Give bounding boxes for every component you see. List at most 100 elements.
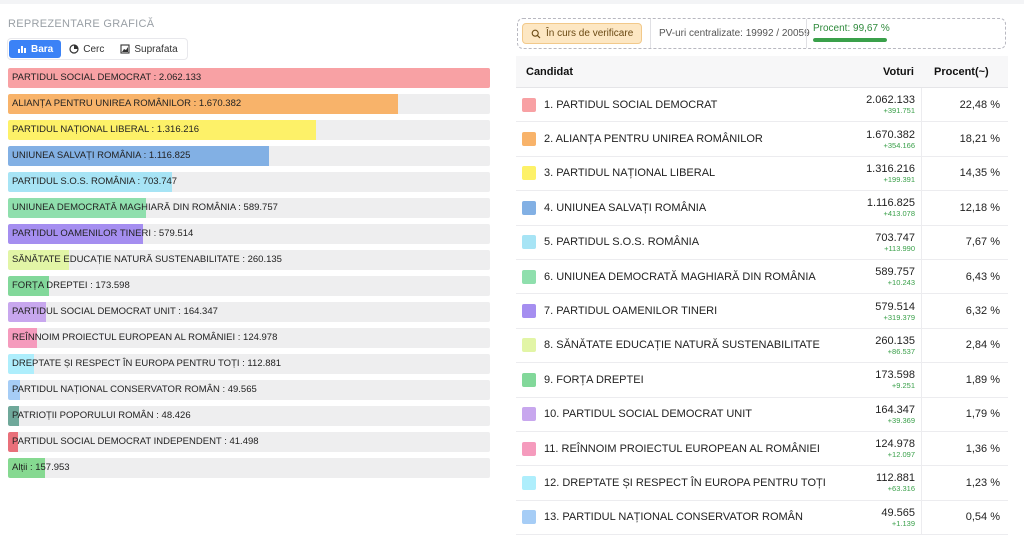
area-chart-icon: [120, 44, 130, 54]
candidate-name: 12. DREPTATE ȘI RESPECT ÎN EUROPA PENTRU…: [544, 476, 826, 489]
header-procent[interactable]: Procent(~): [922, 66, 1008, 78]
color-swatch: [522, 166, 536, 181]
bar-label: FORȚA DREPTEI : 173.598: [12, 280, 130, 291]
votes-cell: 1.116.825 +413.078: [850, 191, 922, 225]
candidate-cell: 6. UNIUNEA DEMOCRATĂ MAGHIARĂ DIN ROMÂNI…: [516, 269, 850, 284]
table-row[interactable]: 5. PARTIDUL S.O.S. ROMÂNIA 703.747 +113.99…: [516, 225, 1008, 260]
tab-label: Suprafata: [134, 43, 178, 55]
results-table: Candidat Voturi Procent(~) 1. PARTIDUL S…: [516, 56, 1008, 536]
color-swatch: [522, 407, 536, 422]
candidate-name: 13. PARTIDUL NAȚIONAL CONSERVATOR ROMÂN: [544, 511, 803, 524]
table-row[interactable]: 6. UNIUNEA DEMOCRATĂ MAGHIARĂ DIN ROMÂNI…: [516, 259, 1008, 295]
bar-row[interactable]: PARTIDUL NAȚIONAL CONSERVATOR ROMÂN : 49…: [8, 380, 490, 400]
bar-row[interactable]: REÎNNOIM PROIECTUL EUROPEAN AL ROMÂNIEI …: [8, 328, 490, 348]
votes-cell: 49.565 +1.139: [850, 500, 922, 535]
bar-row[interactable]: PARTIDUL NAȚIONAL LIBERAL : 1.316.216: [8, 120, 490, 140]
table-row[interactable]: 8. SĂNĂTATE EDUCAȚIE NATURĂ SUSTENABILIT…: [516, 328, 1008, 364]
bar-row[interactable]: UNIUNEA DEMOCRATĂ MAGHIARĂ DIN ROMÂNIA :…: [8, 198, 490, 218]
table-row[interactable]: 3. PARTIDUL NAȚIONAL LIBERAL 1.316.216 +19…: [516, 156, 1008, 192]
table-row[interactable]: 1. PARTIDUL SOCIAL DEMOCRAT 2.062.133 +391…: [516, 88, 1008, 123]
color-swatch: [522, 200, 536, 215]
bar-row[interactable]: PARTIDUL SOCIAL DEMOCRAT UNIT : 164.347: [8, 302, 490, 322]
bar-label: PARTIDUL OAMENILOR TINERI : 579.514: [12, 228, 194, 239]
bar-label: DREPTATE ȘI RESPECT ÎN EUROPA PENTRU TOȚ…: [12, 358, 282, 369]
color-swatch: [522, 235, 536, 250]
header-candidat[interactable]: Candidat: [516, 66, 850, 78]
votes-cell: 703.747 +113.990: [850, 225, 922, 259]
bar-label: Alții : 157.953: [12, 462, 70, 473]
results-panel: În curs de verificare PV-uri centralizat…: [516, 4, 1008, 545]
progress-fill: [813, 38, 887, 42]
candidate-name: 10. PARTIDUL SOCIAL DEMOCRAT UNIT: [544, 408, 753, 421]
bar-row[interactable]: UNIUNEA SALVAȚI ROMÂNIA : 1.116.825: [8, 146, 490, 166]
search-icon: [531, 29, 541, 38]
percent-value: 6,32 %: [965, 305, 1000, 318]
candidate-name: 9. FORȚA DREPTEI: [544, 373, 644, 386]
percent-value: 1,79 %: [965, 408, 1000, 421]
color-swatch: [522, 372, 536, 387]
candidate-cell: 13. PARTIDUL NAȚIONAL CONSERVATOR ROMÂN: [516, 510, 850, 525]
bar-label: ALIANȚA PENTRU UNIREA ROMÂNILOR : 1.670.…: [12, 98, 242, 109]
tab-bara[interactable]: Bara: [9, 40, 62, 58]
bar-chart-icon: [18, 46, 26, 53]
bar-row[interactable]: Alții : 157.953: [8, 458, 490, 478]
candidate-cell: 2. ALIANȚA PENTRU UNIREA ROMÂNILOR: [516, 132, 850, 147]
bar-row[interactable]: PARTIDUL OAMENILOR TINERI : 579.514: [8, 224, 490, 244]
percent-value: 0,54 %: [965, 511, 1000, 524]
votes-cell: 124.978 +12.097: [850, 431, 922, 466]
bar-row[interactable]: PATRIOȚII POPORULUI ROMÂN : 48.426: [8, 406, 490, 426]
votes-delta: +113.990: [884, 243, 915, 253]
candidate-name: 3. PARTIDUL NAȚIONAL LIBERAL: [544, 167, 716, 180]
bar-row[interactable]: PARTIDUL SOCIAL DEMOCRAT : 2.062.133: [8, 68, 490, 88]
bar-row[interactable]: DREPTATE ȘI RESPECT ÎN EUROPA PENTRU TOȚ…: [8, 354, 490, 374]
bar-row[interactable]: PARTIDUL SOCIAL DEMOCRAT INDEPENDENT : 4…: [8, 432, 490, 452]
header-voturi[interactable]: Voturi: [850, 66, 922, 78]
votes-cell: 1.670.382 +354.166: [850, 122, 922, 156]
candidate-name: 6. UNIUNEA DEMOCRATĂ MAGHIARĂ DIN ROMÂNI…: [544, 270, 816, 283]
color-swatch: [522, 441, 536, 456]
table-row[interactable]: 10. PARTIDUL SOCIAL DEMOCRAT UNIT 164.347…: [516, 397, 1008, 432]
pie-chart-icon: [69, 44, 79, 54]
votes-cell: 589.757 +10.243: [850, 259, 922, 294]
bar-row[interactable]: SĂNĂTATE EDUCAȚIE NATURĂ SUSTENABILITATE…: [8, 250, 490, 270]
bar-label: PARTIDUL S.O.S. ROMÂNIA : 703.747: [12, 176, 178, 187]
table-row[interactable]: 7. PARTIDUL OAMENILOR TINERI 579.514 +319.…: [516, 294, 1008, 329]
votes-value: 49.565: [881, 506, 915, 519]
verification-badge[interactable]: În curs de verificare: [522, 23, 643, 44]
table-row[interactable]: 4. UNIUNEA SALVAȚI ROMÂNIA 1.116.825 +413.…: [516, 191, 1008, 226]
table-row[interactable]: 9. FORȚA DREPTEI 173.598 +9.251 1,89 %: [516, 363, 1008, 398]
candidate-name: 7. PARTIDUL OAMENILOR TINERI: [544, 305, 718, 318]
bar-label: UNIUNEA DEMOCRATĂ MAGHIARĂ DIN ROMÂNIA :…: [12, 202, 278, 213]
tab-cerc[interactable]: Cerc: [61, 40, 112, 58]
votes-delta: +1.139: [891, 518, 915, 528]
votes-cell: 164.347 +39.369: [850, 397, 922, 431]
bar-row[interactable]: ALIANȚA PENTRU UNIREA ROMÂNILOR : 1.670.…: [8, 94, 490, 114]
votes-value: 112.881: [876, 472, 915, 485]
votes-value: 579.514: [875, 300, 915, 313]
votes-value: 2.062.133: [866, 94, 915, 107]
votes-delta: +12.097: [887, 450, 915, 460]
votes-delta: +319.379: [883, 312, 916, 322]
progress-label: Procent: 99,67 %: [813, 23, 890, 34]
candidate-name: 5. PARTIDUL S.O.S. ROMÂNIA: [544, 236, 700, 249]
percent-value: 2,84 %: [965, 339, 1000, 352]
color-swatch: [522, 475, 536, 490]
tab-suprafata[interactable]: Suprafata: [112, 40, 185, 58]
votes-value: 703.747: [875, 231, 915, 244]
votes-delta: +9.251: [891, 381, 915, 391]
candidate-cell: 5. PARTIDUL S.O.S. ROMÂNIA: [516, 235, 850, 250]
bar-row[interactable]: FORȚA DREPTEI : 173.598: [8, 276, 490, 296]
candidate-cell: 9. FORȚA DREPTEI: [516, 372, 850, 387]
votes-delta: +86.537: [887, 346, 915, 356]
bar-label: PATRIOȚII POPORULUI ROMÂN : 48.426: [12, 410, 191, 421]
status-bar: În curs de verificare PV-uri centralizat…: [517, 18, 1006, 49]
bar-label: PARTIDUL SOCIAL DEMOCRAT : 2.062.133: [12, 72, 202, 83]
table-row[interactable]: 11. REÎNNOIM PROIECTUL EUROPEAN AL ROMÂN…: [516, 431, 1008, 467]
table-row[interactable]: 13. PARTIDUL NAȚIONAL CONSERVATOR ROMÂN 4…: [516, 500, 1008, 536]
candidate-cell: 1. PARTIDUL SOCIAL DEMOCRAT: [516, 97, 850, 112]
color-swatch: [522, 132, 536, 147]
table-row[interactable]: 12. DREPTATE ȘI RESPECT ÎN EUROPA PENTRU…: [516, 466, 1008, 501]
bar-row[interactable]: PARTIDUL S.O.S. ROMÂNIA : 703.747: [8, 172, 490, 192]
table-row[interactable]: 2. ALIANȚA PENTRU UNIREA ROMÂNILOR 1.670.…: [516, 122, 1008, 157]
votes-delta: +39.369: [887, 415, 915, 425]
